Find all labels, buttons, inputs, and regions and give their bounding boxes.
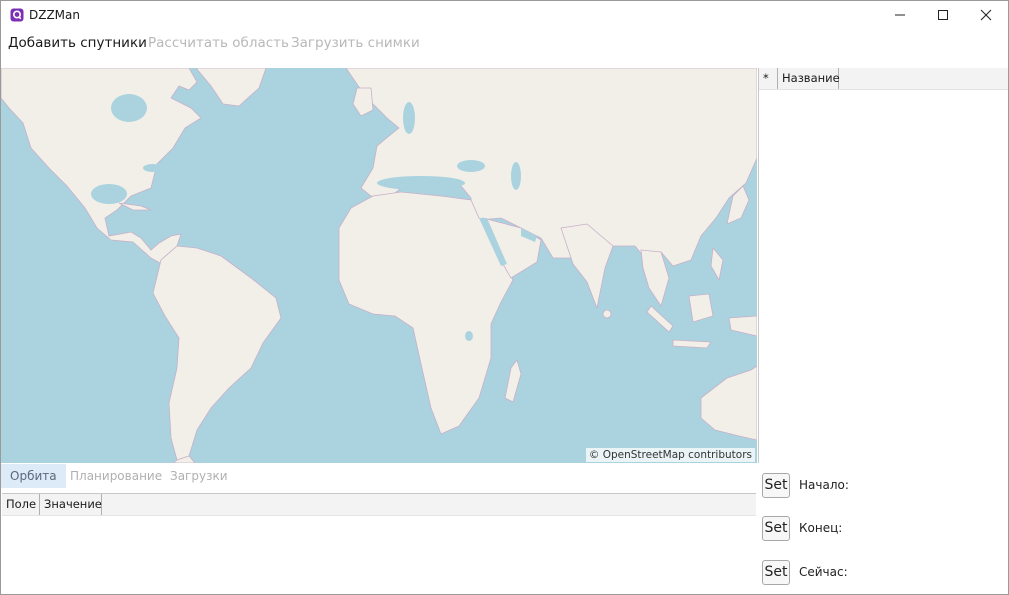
mediterranean-sea: [377, 176, 465, 190]
close-icon: [980, 9, 992, 21]
window-title: DZZMan: [29, 8, 80, 22]
column-header-value[interactable]: Значение: [40, 494, 102, 515]
column-header-field[interactable]: Поле: [2, 494, 40, 515]
map-attribution[interactable]: © OpenStreetMap contributors: [585, 448, 755, 462]
set-now-button[interactable]: Set: [762, 560, 790, 585]
satellite-list[interactable]: * Название: [758, 68, 1008, 463]
maximize-button[interactable]: [921, 1, 965, 30]
menu-bar: Добавить спутники Рассчитать область Заг…: [1, 30, 1008, 58]
minimize-icon: [895, 14, 905, 16]
set-start-button[interactable]: Set: [762, 473, 790, 498]
set-end-button[interactable]: Set: [762, 516, 790, 541]
bottom-tabs: Орбита Планирование Загрузки: [1, 464, 757, 488]
satellite-table-header: * Название: [759, 68, 1008, 90]
title-bar[interactable]: DZZMan: [1, 1, 1008, 30]
gulf-of-mexico: [91, 184, 127, 204]
properties-table[interactable]: Поле Значение: [2, 493, 756, 594]
tab-planning[interactable]: Планирование: [61, 464, 171, 488]
menu-calc-area[interactable]: Рассчитать область: [148, 35, 289, 51]
hudson-bay: [111, 94, 147, 122]
start-label: Начало:: [799, 478, 849, 492]
black-sea: [457, 160, 485, 172]
menu-add-satellites[interactable]: Добавить спутники: [8, 35, 147, 51]
menu-load-images[interactable]: Загрузить снимки: [291, 35, 420, 51]
maximize-icon: [938, 10, 948, 20]
baltic-sea: [403, 102, 415, 134]
map-tiles: [1, 68, 757, 463]
column-header-checkbox[interactable]: *: [759, 68, 778, 89]
now-label: Сейчас:: [799, 565, 848, 579]
tab-orbit[interactable]: Орбита: [1, 464, 66, 488]
end-label: Конец:: [799, 521, 843, 535]
sri-lanka: [602, 309, 612, 319]
properties-table-header: Поле Значение: [2, 494, 756, 516]
caspian-sea: [511, 162, 521, 190]
world-map[interactable]: © OpenStreetMap contributors: [1, 68, 757, 463]
minimize-button[interactable]: [878, 1, 922, 30]
tab-downloads[interactable]: Загрузки: [161, 464, 237, 488]
app-logo-icon: [10, 8, 24, 22]
lake-victoria: [465, 331, 473, 341]
great-lakes: [143, 164, 163, 172]
app-window: DZZMan Добавить спутники Рассчитать обла…: [0, 0, 1009, 595]
column-header-name[interactable]: Название: [778, 68, 840, 89]
close-button[interactable]: [964, 1, 1008, 30]
